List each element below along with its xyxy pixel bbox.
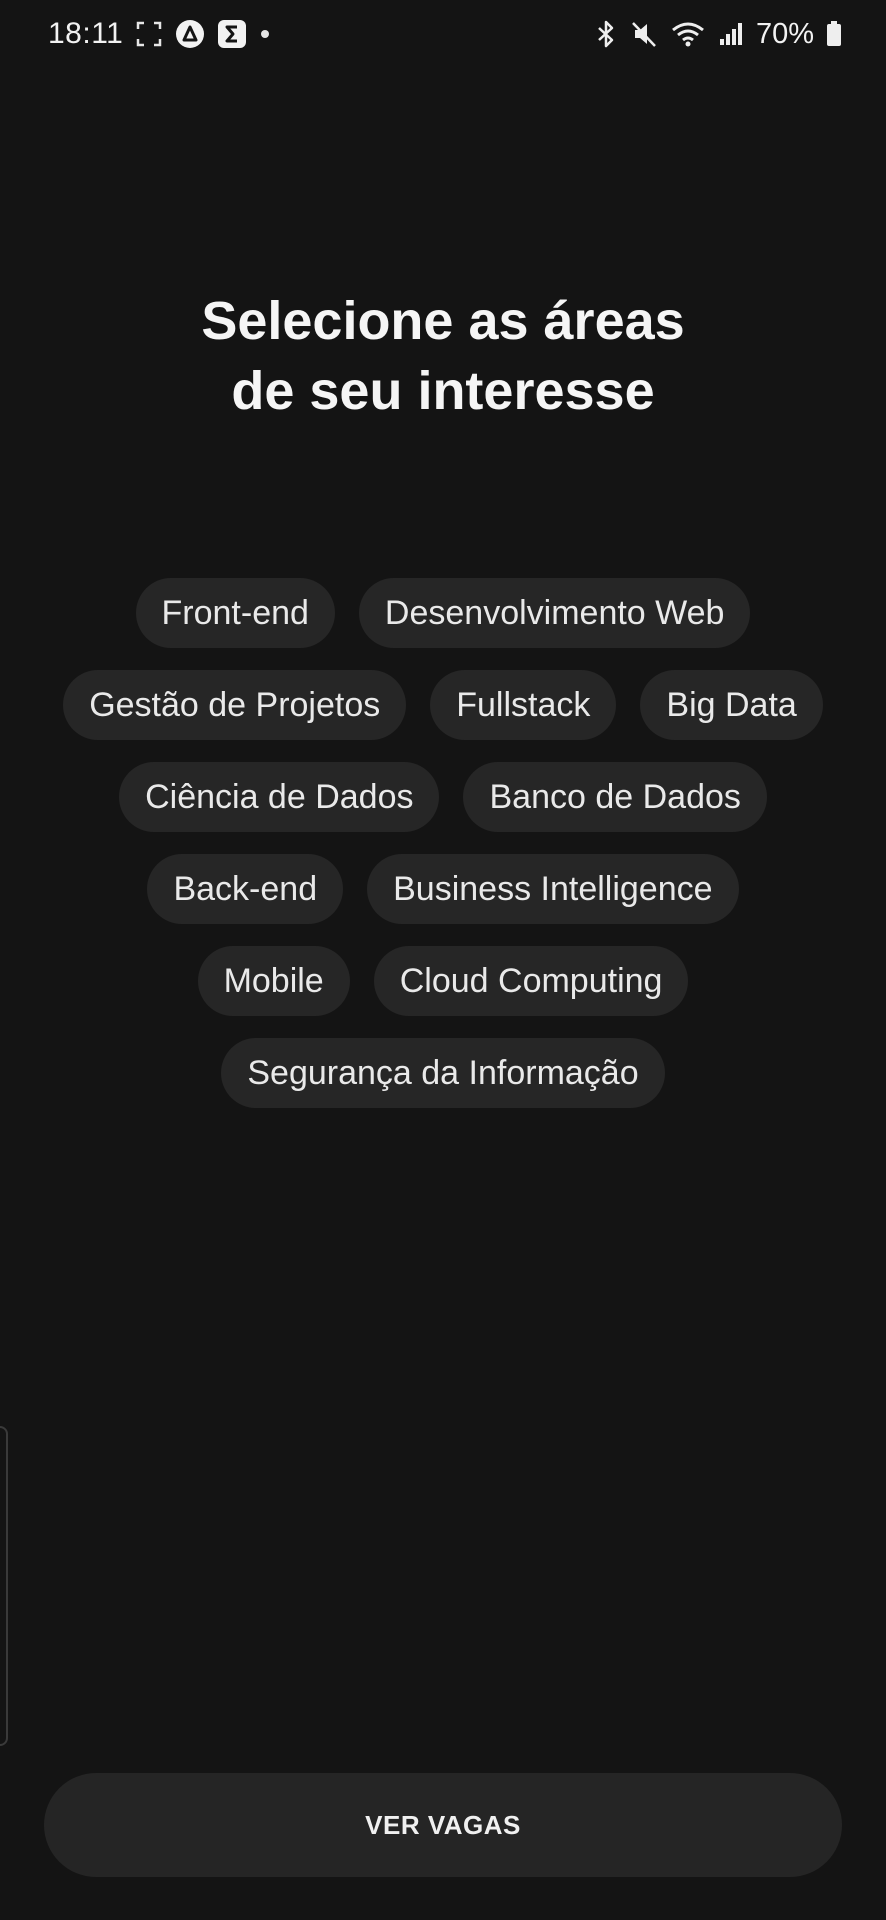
interest-chip-mobile[interactable]: Mobile [197, 946, 350, 1016]
page-title-line-2: de seu interesse [231, 361, 655, 422]
edge-panel-handle[interactable] [0, 1426, 8, 1746]
status-time: 18:11 [48, 17, 124, 50]
status-bar-left: 18:11 [48, 14, 271, 54]
interest-chip-back-end[interactable]: Back-end [147, 854, 344, 924]
screenshot-frame-icon [135, 20, 163, 48]
status-bar-right: 70% [594, 14, 842, 54]
interest-chip-cloud-computing[interactable]: Cloud Computing [373, 946, 689, 1016]
interest-chip-seguranca-da-informacao[interactable]: Segurança da Informação [221, 1038, 665, 1108]
interest-chip-desenvolvimento-web[interactable]: Desenvolvimento Web [358, 578, 751, 648]
interest-chip-big-data[interactable]: Big Data [640, 670, 823, 740]
wifi-icon [670, 19, 706, 49]
ver-vagas-button[interactable]: VER VAGAS [44, 1773, 842, 1877]
status-bar: 18:11 70% [0, 0, 886, 70]
dot-icon [259, 28, 271, 40]
battery-percent: 70% [755, 17, 814, 50]
app-a-icon [175, 19, 205, 49]
interest-chip-banco-de-dados[interactable]: Banco de Dados [463, 762, 767, 832]
interest-chip-fullstack[interactable]: Fullstack [430, 670, 617, 740]
mute-icon [630, 19, 658, 49]
signal-icon [718, 19, 744, 49]
interest-chip-front-end[interactable]: Front-end [135, 578, 335, 648]
bluetooth-icon [594, 19, 618, 49]
sigma-icon [217, 19, 247, 49]
battery-icon [826, 19, 842, 49]
page-title: Selecione as áreas de seu interesse [0, 286, 886, 426]
interest-chip-ciencia-de-dados[interactable]: Ciência de Dados [119, 762, 440, 832]
interest-chip-business-intelligence[interactable]: Business Intelligence [367, 854, 739, 924]
page-title-line-1: Selecione as áreas [201, 291, 685, 352]
interest-chip-list: Front-end Desenvolvimento Web Gestão de … [60, 578, 826, 1108]
interest-chip-gestao-de-projetos[interactable]: Gestão de Projetos [63, 670, 407, 740]
